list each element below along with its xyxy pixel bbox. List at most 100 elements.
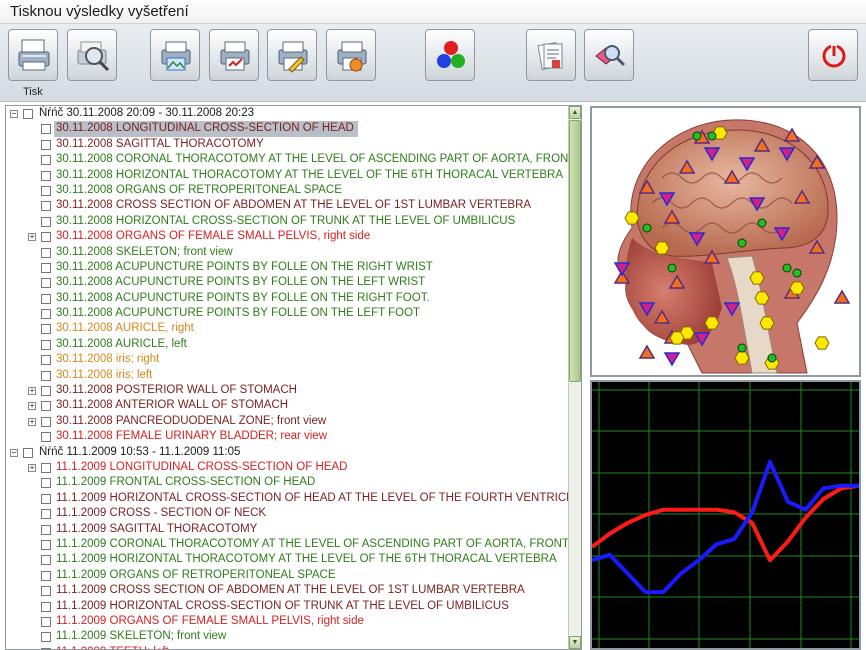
item-checkbox[interactable] (41, 632, 51, 643)
item-label: 30.11.2008 ACUPUNCTURE POINTS BY FOLLE O… (54, 275, 429, 290)
item-checkbox[interactable] (41, 155, 51, 166)
tree-item[interactable]: 11.1.2009 HORIZONTAL THORACOTOMY AT THE … (6, 552, 569, 567)
results-tree[interactable]: − Ńŕńč 30.11.2008 20:09 - 30.11.2008 20:2… (5, 105, 582, 650)
tree-item[interactable]: 11.1.2009 SKELETON; front view (6, 629, 569, 644)
print-preview-button[interactable] (67, 29, 117, 81)
session-checkbox[interactable] (23, 447, 33, 458)
print-report-button[interactable] (326, 29, 376, 81)
collapse-toggle[interactable]: − (10, 110, 18, 118)
item-label: 30.11.2008 CORONAL THORACOTOMY AT THE LE… (54, 152, 569, 167)
item-date: 30.11.2008 (56, 399, 113, 412)
item-checkbox[interactable] (41, 462, 51, 473)
expand-toggle[interactable]: + (28, 233, 36, 242)
item-checkbox[interactable] (41, 201, 51, 212)
scroll-down-button[interactable]: ▼ (569, 636, 581, 649)
tree-item[interactable]: +30.11.2008 PANCREODUODENAL ZONE; front … (6, 414, 569, 429)
item-checkbox[interactable] (41, 170, 51, 181)
tree-item[interactable]: 30.11.2008 CORONAL THORACOTOMY AT THE LE… (6, 152, 569, 167)
item-checkbox[interactable] (41, 232, 51, 243)
item-checkbox[interactable] (41, 355, 51, 366)
item-checkbox[interactable] (41, 124, 51, 135)
item-checkbox[interactable] (41, 247, 51, 258)
tree-item[interactable]: 30.11.2008 iris; right (6, 352, 569, 367)
tree-item[interactable]: 11.1.2009 CROSS - SECTION OF NECK (6, 506, 569, 521)
tree-item[interactable]: 30.11.2008 CROSS SECTION OF ABDOMEN AT T… (6, 198, 569, 213)
acupoint-inverted-triangle (663, 352, 681, 367)
item-name: TEETH; left (109, 646, 168, 649)
item-checkbox[interactable] (41, 401, 51, 412)
tree-item[interactable]: 30.11.2008 LONGITUDINAL CROSS-SECTION OF… (6, 121, 569, 137)
item-checkbox[interactable] (41, 570, 51, 581)
session-checkbox[interactable] (23, 109, 33, 119)
session-node[interactable]: − Ńŕńč 11.1.2009 10:53 - 11.1.2009 11:05 (6, 445, 569, 460)
item-checkbox[interactable] (41, 139, 51, 150)
scroll-up-button[interactable]: ▲ (569, 106, 581, 119)
tree-item[interactable]: 11.1.2009 CROSS SECTION OF ABDOMEN AT TH… (6, 583, 569, 598)
print-chart-button[interactable] (209, 29, 259, 81)
tree-item[interactable]: 11.1.2009 HORIZONTAL CROSS-SECTION OF TR… (6, 599, 569, 614)
tree-item[interactable]: 30.11.2008 iris; left (6, 368, 569, 383)
tree-item[interactable]: 11.1.2009 ORGANS OF FEMALE SMALL PELVIS,… (6, 614, 569, 629)
item-checkbox[interactable] (41, 216, 51, 227)
tree-item[interactable]: 30.11.2008 ACUPUNCTURE POINTS BY FOLLE O… (6, 291, 569, 306)
tree-item[interactable]: 30.11.2008 ACUPUNCTURE POINTS BY FOLLE O… (6, 260, 569, 275)
tree-item[interactable]: 30.11.2008 ACUPUNCTURE POINTS BY FOLLE O… (6, 275, 569, 290)
color-spheres-button[interactable] (425, 29, 475, 81)
item-checkbox[interactable] (41, 324, 51, 335)
item-checkbox[interactable] (41, 432, 51, 443)
item-checkbox[interactable] (41, 339, 51, 350)
notes-button[interactable] (526, 29, 576, 81)
tree-item[interactable]: 11.1.2009 SAGITTAL THORACOTOMY (6, 522, 569, 537)
print-edit-button[interactable] (267, 29, 317, 81)
expand-toggle[interactable]: + (28, 402, 36, 411)
exit-button[interactable] (808, 29, 858, 81)
item-checkbox[interactable] (41, 262, 51, 273)
tree-item[interactable]: 30.11.2008 SKELETON; front view (6, 245, 569, 260)
item-checkbox[interactable] (41, 185, 51, 196)
tree-item[interactable]: 30.11.2008 SAGITTAL THORACOTOMY (6, 137, 569, 152)
tree-item[interactable]: +11.1.2009 LONGITUDINAL CROSS-SECTION OF… (6, 460, 569, 475)
tree-item[interactable]: +30.11.2008 ANTERIOR WALL OF STOMACH (6, 398, 569, 413)
tree-item[interactable]: 30.11.2008 HORIZONTAL CROSS-SECTION OF T… (6, 214, 569, 229)
expand-toggle[interactable]: + (28, 387, 36, 396)
expand-toggle[interactable]: + (28, 417, 36, 426)
tree-item[interactable]: 11.1.2009 ORGANS OF RETROPERITONEAL SPAC… (6, 568, 569, 583)
item-checkbox[interactable] (41, 293, 51, 304)
item-checkbox[interactable] (41, 539, 51, 550)
item-checkbox[interactable] (41, 555, 51, 566)
item-checkbox[interactable] (41, 509, 51, 520)
item-checkbox[interactable] (41, 370, 51, 381)
magnifier-button[interactable] (584, 29, 634, 81)
item-checkbox[interactable] (41, 416, 51, 427)
tree-item[interactable]: +30.11.2008 ORGANS OF FEMALE SMALL PELVI… (6, 229, 569, 244)
tree-item[interactable]: 30.11.2008 HORIZONTAL THORACOTOMY AT THE… (6, 168, 569, 183)
tree-item[interactable]: 30.11.2008 ACUPUNCTURE POINTS BY FOLLE O… (6, 306, 569, 321)
item-label: 30.11.2008 HORIZONTAL THORACOTOMY AT THE… (54, 168, 567, 183)
print-button[interactable] (8, 29, 58, 81)
item-checkbox[interactable] (41, 478, 51, 489)
item-checkbox[interactable] (41, 278, 51, 289)
collapse-toggle[interactable]: − (10, 448, 18, 457)
item-checkbox[interactable] (41, 601, 51, 612)
tree-item[interactable]: +30.11.2008 POSTERIOR WALL OF STOMACH (6, 383, 569, 398)
session-node[interactable]: − Ńŕńč 30.11.2008 20:09 - 30.11.2008 20:2… (6, 106, 569, 121)
tree-item[interactable]: 30.11.2008 FEMALE URINARY BLADDER; rear … (6, 429, 569, 444)
print-image-button[interactable] (150, 29, 200, 81)
tree-item[interactable]: 11.1.2009 CORONAL THORACOTOMY AT THE LEV… (6, 537, 569, 552)
item-checkbox[interactable] (41, 493, 51, 504)
item-checkbox[interactable] (41, 616, 51, 627)
scroll-thumb[interactable] (569, 120, 581, 382)
vertical-scrollbar[interactable]: ▲ ▼ (568, 106, 581, 649)
item-checkbox[interactable] (41, 524, 51, 535)
acupoint-hexagon (754, 291, 770, 305)
item-checkbox[interactable] (41, 586, 51, 597)
tree-item[interactable]: 30.11.2008 AURICLE, left (6, 337, 569, 352)
tree-item[interactable]: 30.11.2008 AURICLE, right (6, 321, 569, 336)
tree-item[interactable]: 11.1.2009 FRONTAL CROSS-SECTION OF HEAD (6, 475, 569, 490)
item-checkbox[interactable] (41, 386, 51, 397)
item-checkbox[interactable] (41, 309, 51, 320)
expand-toggle[interactable]: + (28, 463, 36, 472)
tree-item[interactable]: 11.1.2009 TEETH; left (6, 645, 569, 649)
tree-item[interactable]: 11.1.2009 HORIZONTAL CROSS-SECTION OF HE… (6, 491, 569, 506)
tree-item[interactable]: 30.11.2008 ORGANS OF RETROPERITONEAL SPA… (6, 183, 569, 198)
